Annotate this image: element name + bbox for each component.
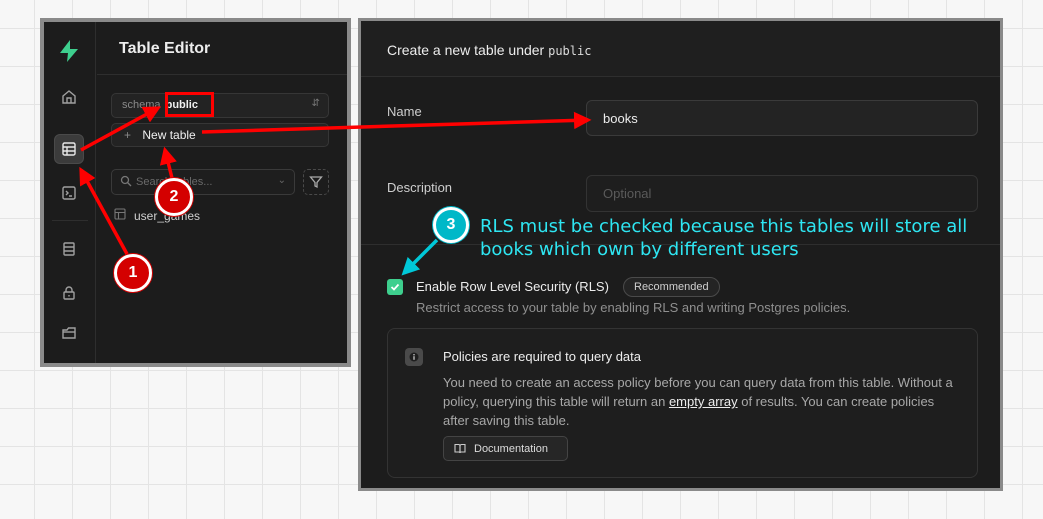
arrow-step3-to-rls <box>401 238 439 276</box>
step-3-note: RLS must be checked because this tables … <box>480 216 968 260</box>
step-3-callout: 3 <box>433 207 469 243</box>
arrow-new-table-to-name <box>201 111 592 134</box>
arrow-step2-to-new-table <box>159 146 177 179</box>
step-1-callout: 1 <box>114 254 152 292</box>
arrow-step1-to-table-icon <box>79 166 129 255</box>
step-2-callout: 2 <box>155 178 193 216</box>
arrow-table-icon-to-schema <box>80 106 162 152</box>
